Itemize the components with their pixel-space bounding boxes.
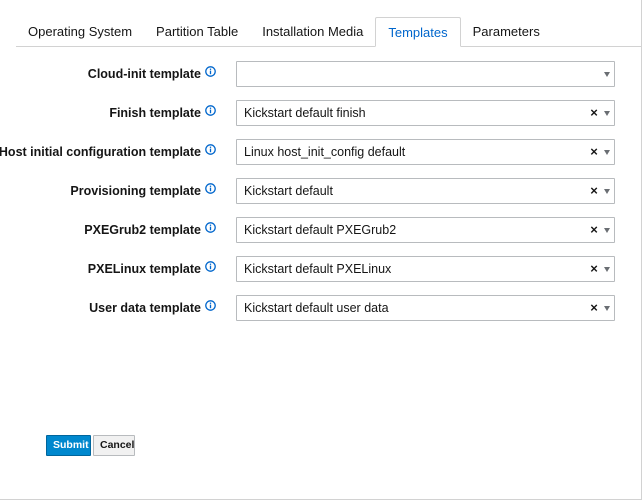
field-row-cloud-init-template: Cloud-init template	[0, 61, 642, 87]
clear-selection-button[interactable]: ×	[590, 179, 598, 203]
templates-form-page: Operating System Partition Table Install…	[0, 0, 642, 500]
user-data-template-select[interactable]: Kickstart default user data ×	[236, 295, 615, 321]
caret-down-icon[interactable]	[604, 228, 610, 233]
field-label-wrap: Host initial configuration template	[0, 139, 216, 165]
clear-selection-button[interactable]: ×	[590, 101, 598, 125]
field-label: Host initial configuration template	[0, 145, 201, 159]
finish-template-select[interactable]: Kickstart default finish ×	[236, 100, 615, 126]
field-label-wrap: User data template	[89, 295, 216, 321]
caret-down-icon[interactable]	[604, 267, 610, 272]
field-label-wrap: Provisioning template	[70, 178, 216, 204]
select-value: Linux host_init_config default	[244, 145, 406, 159]
field-label: Cloud-init template	[87, 67, 201, 81]
info-circle-icon[interactable]	[205, 104, 216, 116]
select-value: Kickstart default finish	[244, 106, 366, 120]
tab-operating-system[interactable]: Operating System	[16, 17, 144, 46]
host-initial-configuration-template-select[interactable]: Linux host_init_config default ×	[236, 139, 615, 165]
tab-templates[interactable]: Templates	[375, 17, 461, 47]
caret-down-icon[interactable]	[604, 111, 610, 116]
field-label: User data template	[89, 301, 201, 315]
tab-bar: Operating System Partition Table Install…	[16, 17, 642, 47]
info-circle-icon[interactable]	[205, 143, 216, 155]
tab-partition-table[interactable]: Partition Table	[144, 17, 250, 46]
field-row-provisioning-template: Provisioning template Kickstart default …	[0, 178, 642, 204]
submit-button[interactable]: Submit	[46, 435, 91, 456]
tab-installation-media[interactable]: Installation Media	[250, 17, 375, 46]
field-row-user-data-template: User data template Kickstart default use…	[0, 295, 642, 321]
info-circle-icon[interactable]	[205, 299, 216, 311]
info-circle-icon[interactable]	[205, 260, 216, 272]
select-value: Kickstart default PXELinux	[244, 262, 392, 276]
cloud-init-template-select[interactable]	[236, 61, 615, 87]
caret-down-icon[interactable]	[604, 189, 610, 194]
pxegrub2-template-select[interactable]: Kickstart default PXEGrub2 ×	[236, 217, 615, 243]
select-value: Kickstart default PXEGrub2	[244, 223, 397, 237]
caret-down-icon[interactable]	[604, 150, 610, 155]
field-row-pxegrub2-template: PXEGrub2 template Kickstart default PXEG…	[0, 217, 642, 243]
field-label-wrap: PXEGrub2 template	[84, 217, 216, 243]
caret-down-icon[interactable]	[604, 306, 610, 311]
provisioning-template-select[interactable]: Kickstart default ×	[236, 178, 615, 204]
field-label: PXEGrub2 template	[84, 223, 201, 237]
field-row-finish-template: Finish template Kickstart default finish…	[0, 100, 642, 126]
field-row-host-initial-configuration-template: Host initial configuration template Linu…	[0, 139, 642, 165]
clear-selection-button[interactable]: ×	[590, 140, 598, 164]
info-circle-icon[interactable]	[205, 221, 216, 233]
pxelinux-template-select[interactable]: Kickstart default PXELinux ×	[236, 256, 615, 282]
select-value: Kickstart default	[244, 184, 333, 198]
clear-selection-button[interactable]: ×	[590, 296, 598, 320]
clear-selection-button[interactable]: ×	[590, 218, 598, 242]
field-label-wrap: Cloud-init template	[88, 61, 216, 87]
info-circle-icon[interactable]	[205, 182, 216, 194]
field-row-pxelinux-template: PXELinux template Kickstart default PXEL…	[0, 256, 642, 282]
clear-selection-button[interactable]: ×	[590, 257, 598, 281]
info-circle-icon[interactable]	[205, 65, 216, 77]
caret-down-icon[interactable]	[604, 72, 610, 77]
field-label: Provisioning template	[70, 184, 201, 198]
field-label: PXELinux template	[87, 262, 201, 276]
tab-parameters[interactable]: Parameters	[461, 17, 552, 46]
cancel-button[interactable]: Cancel	[93, 435, 135, 456]
field-label: Finish template	[109, 106, 201, 120]
field-label-wrap: PXELinux template	[88, 256, 216, 282]
select-value: Kickstart default user data	[244, 301, 389, 315]
field-label-wrap: Finish template	[109, 100, 216, 126]
